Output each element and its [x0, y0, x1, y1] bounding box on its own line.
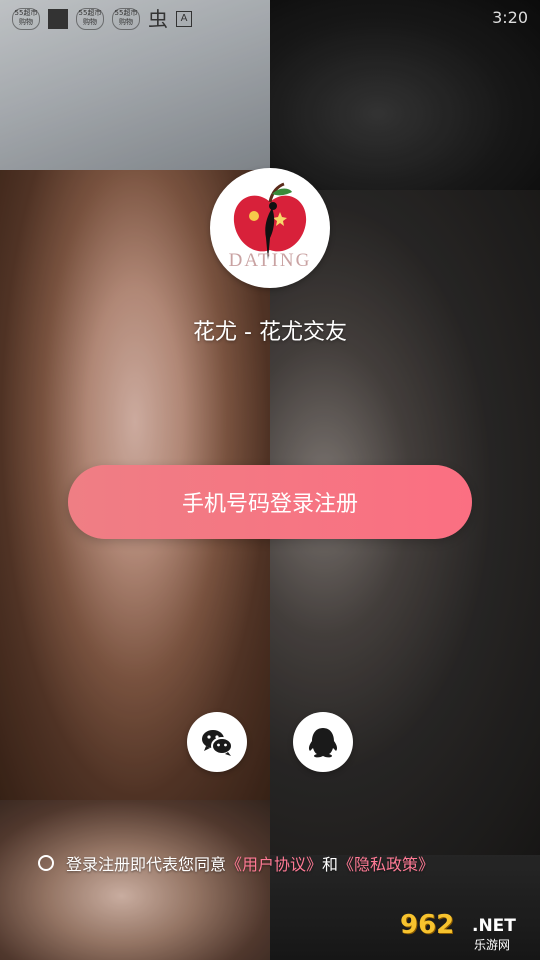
app-logo: DATING	[210, 168, 330, 288]
status-bar: 55超市购物 55超市购物 55超市购物 虫 A 3:20	[0, 0, 540, 36]
agreement-text: 登录注册即代表您同意	[66, 855, 227, 874]
site-watermark: 962 .NET 乐游网	[398, 910, 534, 954]
notification-badge-icon: 55超市购物	[76, 8, 104, 30]
agreement-radio[interactable]	[38, 855, 54, 871]
notification-letter-icon: A	[176, 11, 192, 27]
notification-badge-icon: 55超市购物	[12, 8, 40, 30]
wechat-login-button[interactable]	[187, 712, 247, 772]
notification-glyph-icon: 虫	[148, 7, 168, 31]
watermark-number: 962	[400, 910, 455, 940]
qq-icon	[308, 728, 338, 758]
notification-badge-icon: 55超市购物	[112, 8, 140, 30]
agreement-row: 登录注册即代表您同意 《用户协议》 和 《隐私政策》	[38, 851, 434, 875]
status-time: 3:20	[492, 8, 528, 27]
watermark-net: .NET	[472, 916, 516, 936]
app-title: 花尤 - 花尤交友	[193, 320, 347, 345]
privacy-policy-link[interactable]: 《隐私政策》	[338, 851, 434, 875]
agreement-and-text: 和	[322, 855, 339, 874]
user-agreement-link[interactable]: 《用户协议》	[226, 851, 322, 875]
wechat-icon	[202, 730, 233, 756]
phone-login-button[interactable]: 手机号码登录注册	[68, 465, 472, 539]
notification-square-icon	[48, 9, 68, 29]
watermark-sub: 乐游网	[474, 938, 511, 952]
logo-text: DATING	[228, 250, 312, 271]
qq-login-button[interactable]	[293, 712, 353, 772]
